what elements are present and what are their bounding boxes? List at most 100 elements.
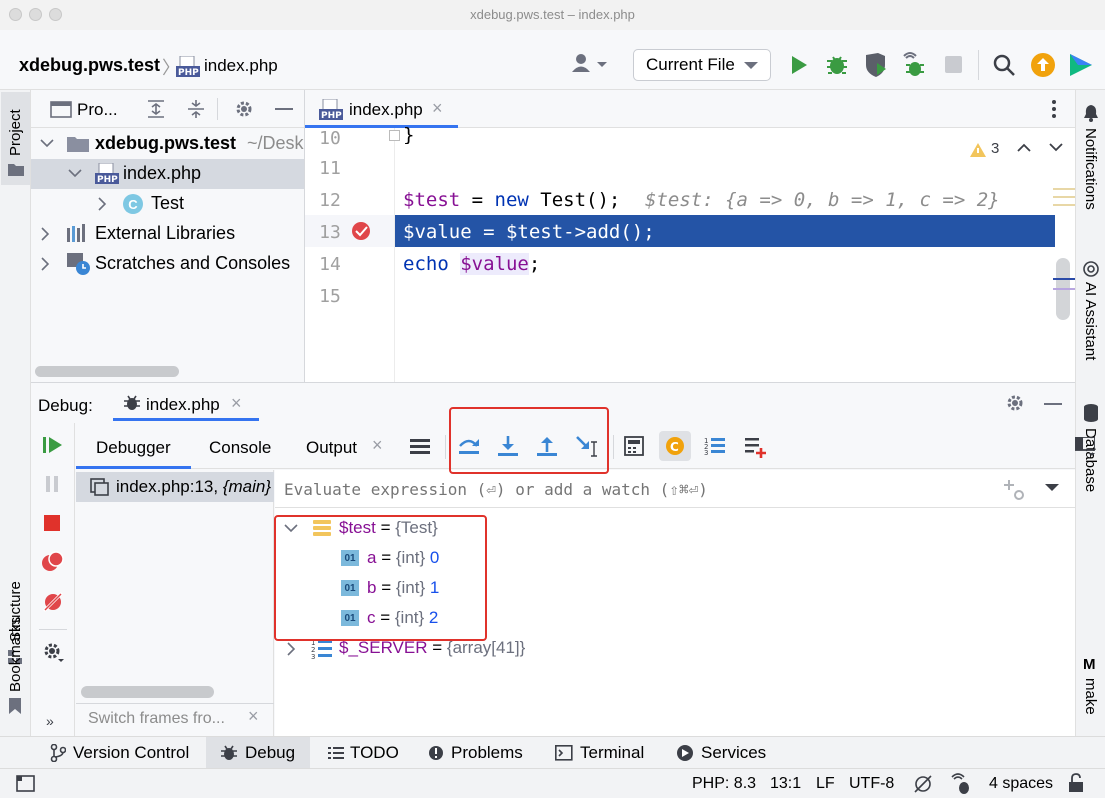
tool-label: Services (701, 742, 767, 762)
run-icon[interactable] (789, 55, 809, 80)
toolbox-logo-icon[interactable] (1068, 52, 1094, 83)
bookmark-icon (9, 698, 21, 714)
line-number: 12 (319, 190, 341, 211)
title-bar: xdebug.pws.test – index.php (0, 0, 1105, 30)
tool-debug[interactable]: Debug (206, 737, 310, 768)
tree-label: External Libraries (95, 223, 236, 243)
indent-setting[interactable]: 4 spaces (989, 775, 1053, 793)
close-hint-icon[interactable]: × (248, 706, 259, 727)
add-watch-icon (745, 438, 766, 458)
php-file-icon: PHP (95, 162, 119, 185)
horizontal-scrollbar[interactable] (35, 366, 179, 377)
code-line[interactable]: echo $value; (403, 253, 540, 275)
stop-icon[interactable] (945, 56, 962, 73)
debug-session-tab[interactable]: index.php × (113, 383, 259, 421)
tool-todo[interactable]: TODO (318, 737, 409, 768)
tree-row-root[interactable]: xdebug.pws.test ~/Desk (31, 129, 305, 159)
editor-tab-bar: PHP index.php × (305, 90, 1075, 128)
frames-scrollbar[interactable] (81, 686, 214, 698)
stop-icon[interactable] (44, 515, 60, 531)
line-separator[interactable]: LF (816, 775, 835, 793)
close-tab-icon[interactable]: × (432, 98, 443, 119)
project-tool-button[interactable]: Project (1, 92, 30, 185)
editor-tab-label: index.php (349, 100, 423, 119)
error-stripe-mark[interactable] (1053, 188, 1075, 190)
left-tool-stripe: Project Structure Bookmarks (0, 90, 31, 736)
coverage-shield-icon[interactable] (863, 52, 889, 83)
user-icon[interactable] (571, 52, 611, 81)
svg-text:PHP: PHP (97, 175, 118, 185)
file-encoding[interactable]: UTF-8 (849, 775, 894, 793)
frame-row[interactable]: index.php:13, {main} (76, 472, 274, 502)
tree-row-index-php[interactable]: PHP index.php (31, 159, 305, 189)
caret-position[interactable]: 13:1 (770, 775, 801, 793)
tool-version-control[interactable]: Version Control (40, 737, 199, 768)
layout-options-icon (1075, 437, 1095, 456)
bell-icon (1084, 105, 1098, 122)
tool-label: Debug (245, 742, 296, 762)
project-panel: Pro... xdebug.pws.test ~/Desk PHP index.… (31, 90, 305, 382)
inspections-off-icon (914, 775, 932, 793)
close-tab-icon[interactable]: × (231, 393, 242, 414)
editor-tab-index-php[interactable]: PHP index.php × (305, 90, 458, 128)
tool-services[interactable]: Services (666, 737, 776, 768)
make-tool-button[interactable]: make (1082, 678, 1099, 715)
more-icon[interactable]: » (46, 713, 54, 729)
tool-terminal[interactable]: Terminal (545, 737, 654, 768)
tab-debugger[interactable]: Debugger (76, 423, 191, 469)
warning-icon (970, 143, 986, 157)
notifications-tool-button[interactable]: Notifications (1082, 128, 1099, 210)
run-config-select[interactable]: Current File (633, 49, 771, 81)
close-tab-icon[interactable]: × (372, 435, 383, 456)
frames-panel: index.php:13, {main} Switch frames fro..… (76, 470, 274, 737)
warning-count[interactable]: 3 (991, 140, 999, 157)
code-line[interactable]: $value = $test->add(); (403, 221, 655, 243)
tool-label: TODO (350, 742, 399, 762)
php-version[interactable]: PHP: 8.3 (692, 775, 756, 793)
bottom-tool-bar: Version Control Debug TODO Problems Term… (0, 736, 1105, 768)
tree-row-external-libraries[interactable]: External Libraries (31, 219, 305, 249)
error-stripe-mark[interactable] (1053, 196, 1075, 198)
collapse-all-icon (188, 100, 204, 118)
tree-label: xdebug.pws.test (95, 133, 237, 153)
problems-icon (429, 745, 443, 760)
tree-row-class-test[interactable]: C Test (31, 189, 305, 219)
svg-text:3: 3 (704, 449, 708, 457)
terminal-icon (555, 744, 573, 761)
ai-assistant-tool-button[interactable]: AI Assistant (1082, 282, 1099, 360)
project-panel-title[interactable]: Pro... (77, 100, 118, 120)
listen-debug-icon[interactable] (901, 52, 927, 83)
folder-icon (67, 137, 89, 152)
run-config-label: Current File (646, 55, 735, 74)
tab-output[interactable]: Output (306, 438, 357, 458)
show-inline-values-toggle[interactable]: C (659, 431, 691, 461)
hide-panel-icon[interactable] (275, 108, 293, 110)
code-line[interactable]: } (403, 124, 414, 144)
chevron-right-icon (287, 642, 296, 656)
error-stripe-mark[interactable] (1053, 204, 1075, 206)
ai-spiral-icon (1083, 261, 1099, 277)
debug-bug-icon[interactable] (825, 53, 849, 82)
tree-label: index.php (123, 163, 202, 183)
more-options-icon (1052, 100, 1056, 118)
search-icon[interactable] (992, 53, 1016, 82)
project-view-icon (50, 101, 72, 118)
mute-breakpoints-icon (42, 591, 64, 613)
hide-panel-icon[interactable] (1044, 403, 1062, 405)
add-watch-plus-icon (1004, 480, 1024, 500)
evaluate-expression-input[interactable] (284, 476, 984, 502)
fold-icon[interactable] (389, 130, 400, 141)
breadcrumb-project[interactable]: xdebug.pws.test (19, 55, 160, 76)
error-stripe-mark (1053, 288, 1075, 290)
breadcrumb-file[interactable]: index.php (204, 56, 278, 76)
inline-debug-value: $test: {a => 0, b => 1, c => 2} (645, 189, 1000, 211)
tab-console[interactable]: Console (209, 438, 271, 458)
code-line[interactable]: $test = new Test(); (403, 189, 620, 211)
bookmarks-tool-button[interactable]: Bookmarks (7, 617, 24, 692)
chevron-down-icon (1045, 484, 1059, 491)
tab-label: Debugger (96, 438, 171, 457)
tool-problems[interactable]: Problems (418, 737, 533, 768)
update-icon[interactable] (1030, 52, 1056, 83)
tree-row-scratches[interactable]: Scratches and Consoles (31, 249, 305, 279)
make-m-icon: M (1083, 656, 1096, 673)
